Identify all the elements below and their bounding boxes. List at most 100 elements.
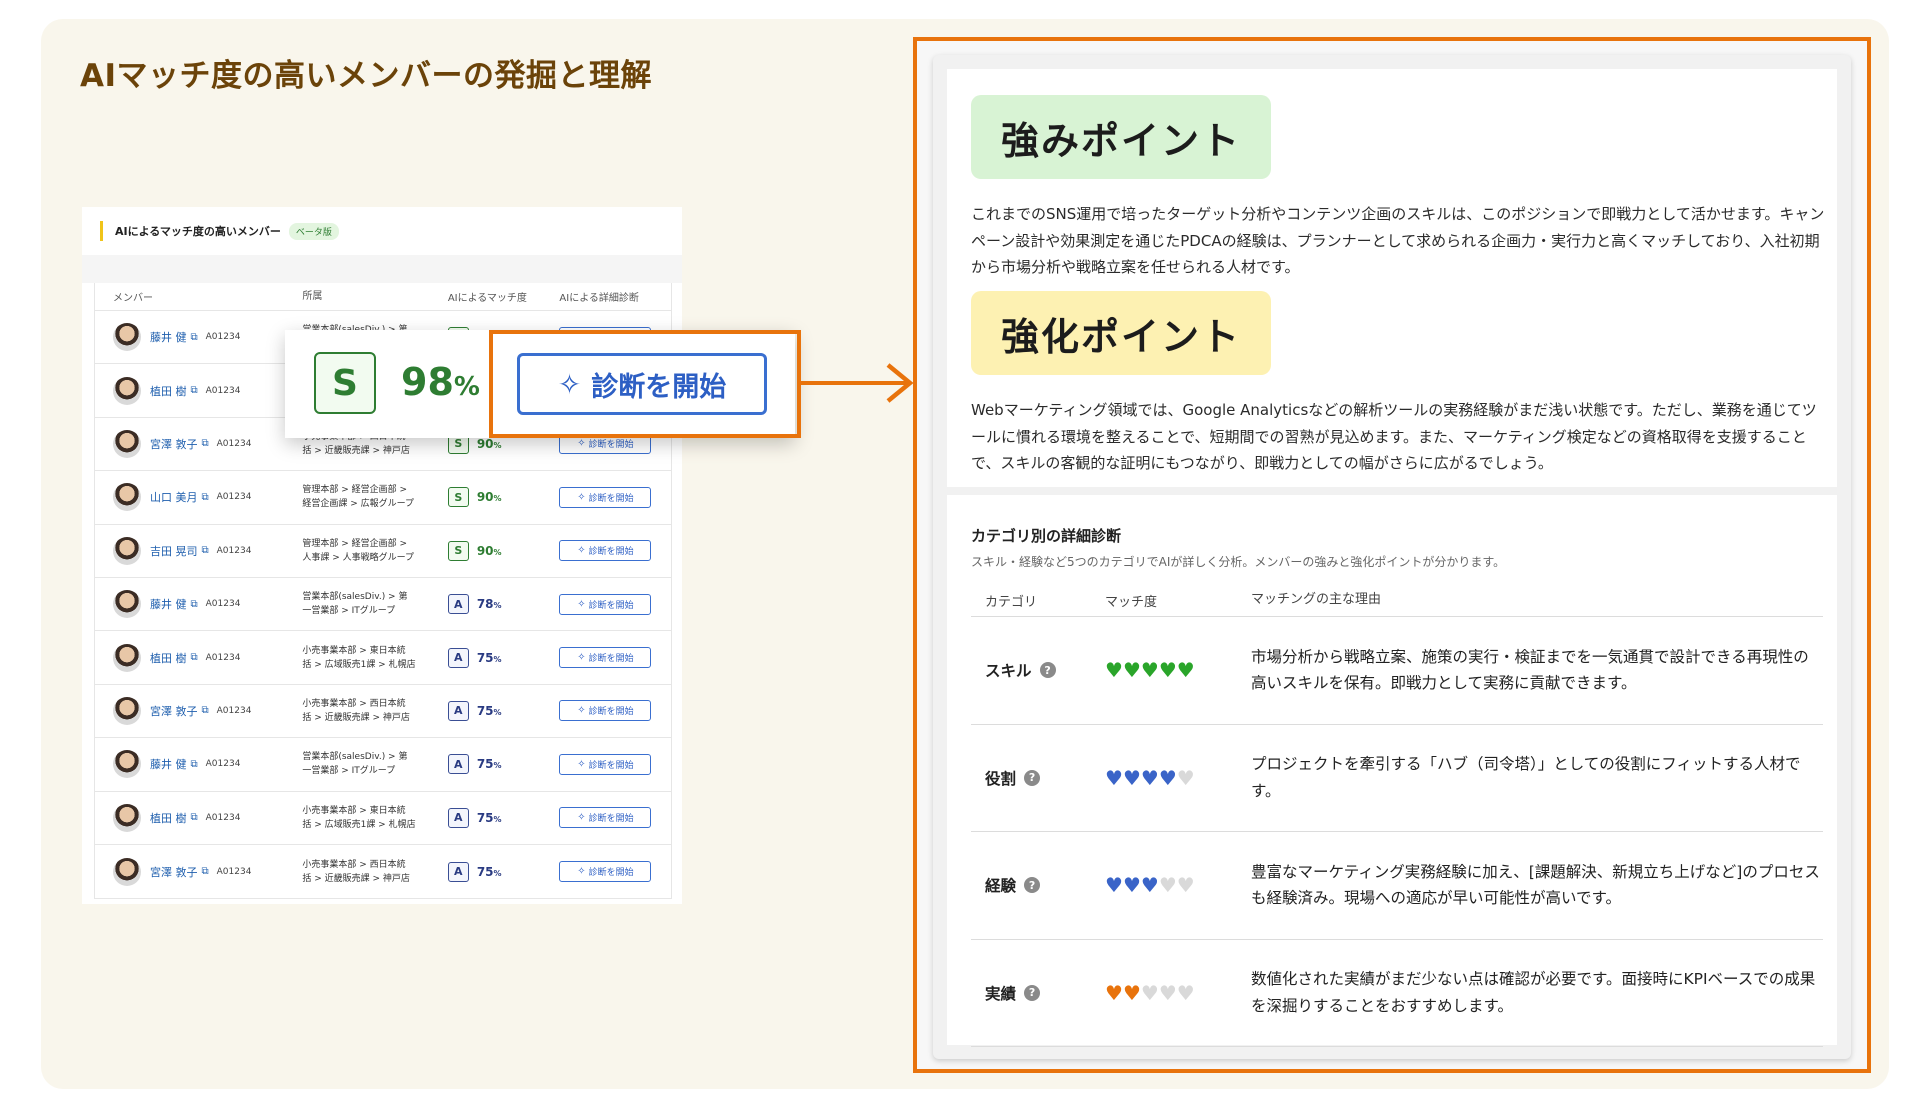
start-diagnosis-button[interactable]: ✧診断を開始 xyxy=(559,807,652,829)
member-cell: 植田 樹 ⧉ A01234 xyxy=(95,376,302,405)
match-cell: A 75% xyxy=(447,861,560,882)
reason-text: 数値化された実績がまだ少ない点は確認が必要です。面接時にKPIベースでの成果を深… xyxy=(1251,970,1816,1015)
avatar xyxy=(113,643,141,672)
member-id: A01234 xyxy=(216,545,252,556)
heart-rating: ♥ ♥ ♥ ♥ ♥ xyxy=(1105,766,1251,790)
member-name-link[interactable]: 宮澤 敦子 xyxy=(150,703,198,719)
table-row: 山口 美月 ⧉ A01234 管理本部 > 経営企画部 > 経営企画課 > 広報グループ… xyxy=(95,471,671,525)
dept-line-2: 一営業部 > ITグループ xyxy=(302,766,396,777)
avatar xyxy=(113,803,141,832)
external-link-icon[interactable]: ⧉ xyxy=(202,705,209,716)
start-diagnosis-button[interactable]: ✧診断を開始 xyxy=(559,647,652,669)
external-link-icon[interactable]: ⧉ xyxy=(191,332,198,343)
category-section: カテゴリ別の詳細診断 スキル・経験など5つのカテゴリでAIが詳しく分析。メンバー… xyxy=(947,495,1837,1047)
match-percent: 90% xyxy=(477,544,502,558)
start-diagnosis-label: 診断を開始 xyxy=(588,440,634,451)
category-name-cell: 役割? xyxy=(971,767,1105,789)
member-name-link[interactable]: 宮澤 敦子 xyxy=(150,864,198,880)
member-name-link[interactable]: 吉田 晃司 xyxy=(150,543,198,559)
category-name: 実績? xyxy=(985,982,1105,1004)
grade-badge: A xyxy=(447,700,469,721)
dept-cell: 営業本部(salesDiv.) > 第一営業部 > ITグループ xyxy=(302,750,447,778)
help-icon[interactable]: ? xyxy=(1024,769,1041,786)
start-diagnosis-button[interactable]: ✧診断を開始 xyxy=(559,861,652,883)
start-diagnosis-label: 診断を開始 xyxy=(588,493,634,504)
member-name-link[interactable]: 藤井 健 xyxy=(150,329,187,345)
dept-line-1: 小売事業本部 > 西日本統 xyxy=(302,698,406,709)
start-diagnosis-button[interactable]: ✧診断を開始 xyxy=(559,700,652,722)
avatar xyxy=(113,323,141,352)
table-row: 宮澤 敦子 ⧉ A01234 小売事業本部 > 西日本統括 > 近畿販売課 > 神戸店… xyxy=(95,845,671,898)
match-percent-unit: % xyxy=(493,868,502,878)
external-link-icon[interactable]: ⧉ xyxy=(202,545,209,556)
member-name-link[interactable]: 宮澤 敦子 xyxy=(150,436,198,452)
sparkle-icon: ✧ xyxy=(577,705,586,717)
start-diagnosis-label: 診断を開始 xyxy=(588,814,634,825)
category-name: 経験? xyxy=(985,874,1105,896)
start-diagnosis-label: 診断を開始 xyxy=(588,547,634,558)
member-id: A01234 xyxy=(216,438,252,449)
help-icon[interactable]: ? xyxy=(1039,662,1056,679)
sparkle-icon: ✧ xyxy=(557,367,582,401)
member-id: A01234 xyxy=(205,332,241,343)
diagnosis-panel: 強みポイント これまでのSNS運用で培ったターゲット分析やコンテンツ企画のスキル… xyxy=(933,55,1851,1059)
start-diagnosis-button[interactable]: ✧診断を開始 xyxy=(559,753,652,775)
category-subtitle: スキル・経験など5つのカテゴリでAIが詳しく分析。メンバーの強みと強化ポイントが… xyxy=(971,555,1506,569)
grade-badge: A xyxy=(447,861,469,882)
heart-icon: ♥ xyxy=(1105,873,1123,898)
start-diagnosis-button[interactable]: ✧診断を開始 xyxy=(559,486,652,508)
card-header: AIによるマッチ度の高いメンバー ベータ版 xyxy=(100,221,339,241)
match-level-cell: ♥ ♥ ♥ ♥ ♥ xyxy=(1105,981,1251,1005)
heart-icon: ♥ xyxy=(1122,765,1141,790)
strength-tag: 強みポイント xyxy=(971,95,1271,179)
match-percent-unit: % xyxy=(493,707,502,717)
member-cell: 植田 樹 ⧉ A01234 xyxy=(95,643,302,672)
category-row: 実績? ♥ ♥ ♥ ♥ ♥ 数値化された実績がまだ少ない点は確認が必要です。面接時にKPIベ… xyxy=(971,940,1823,1047)
member-name-link[interactable]: 藤井 健 xyxy=(150,756,187,772)
external-link-icon[interactable]: ⧉ xyxy=(191,652,198,663)
member-id: A01234 xyxy=(205,599,241,610)
summary-section: 強みポイント これまでのSNS運用で培ったターゲット分析やコンテンツ企画のスキル… xyxy=(947,69,1837,487)
member-cell: 植田 樹 ⧉ A01234 xyxy=(95,803,302,832)
external-link-icon[interactable]: ⧉ xyxy=(191,759,198,770)
help-icon[interactable]: ? xyxy=(1024,984,1041,1001)
sparkle-icon: ✧ xyxy=(577,652,586,664)
grade-badge: A xyxy=(447,647,469,668)
grade-badge: S xyxy=(447,487,469,508)
match-cell: S 90% xyxy=(447,540,560,561)
member-name-link[interactable]: 植田 樹 xyxy=(150,650,187,666)
zoom-start-diagnosis-button[interactable]: ✧ 診断を開始 xyxy=(517,353,767,415)
member-cell: 藤井 健 ⧉ A01234 xyxy=(95,323,302,352)
member-name-link[interactable]: 藤井 健 xyxy=(150,596,187,612)
start-diagnosis-button[interactable]: ✧診断を開始 xyxy=(559,540,652,562)
match-cell: A 75% xyxy=(447,647,560,668)
category-name-cell: スキル? xyxy=(971,659,1105,681)
heart-icon: ♥ xyxy=(1158,765,1177,790)
external-link-icon[interactable]: ⧉ xyxy=(202,438,209,449)
heart-icon: ♥ xyxy=(1105,658,1123,683)
member-id: A01234 xyxy=(205,652,241,663)
external-link-icon[interactable]: ⧉ xyxy=(191,812,198,823)
category-row: 役割? ♥ ♥ ♥ ♥ ♥ プロジェクトを牽引する「ハブ（司令塔）」としての役割にフィットす… xyxy=(971,725,1823,832)
start-diagnosis-button[interactable]: ✧診断を開始 xyxy=(559,593,652,615)
member-id: A01234 xyxy=(216,866,252,877)
external-link-icon[interactable]: ⧉ xyxy=(191,599,198,610)
external-link-icon[interactable]: ⧉ xyxy=(202,866,209,877)
heart-icon: ♥ xyxy=(1140,765,1159,790)
start-diagnosis-label: 診断を開始 xyxy=(588,760,634,771)
table-row: 植田 樹 ⧉ A01234 小売事業本部 > 東日本統括 > 広域販売1課 > 札幌店… xyxy=(95,631,671,685)
help-icon[interactable]: ? xyxy=(1024,877,1041,894)
grade-badge: A xyxy=(447,754,469,775)
dept-line-1: 営業本部(salesDiv.) > 第 xyxy=(302,592,408,603)
member-name-link[interactable]: 植田 樹 xyxy=(150,810,187,826)
member-name-link[interactable]: 山口 美月 xyxy=(150,489,198,505)
external-link-icon[interactable]: ⧉ xyxy=(202,492,209,503)
external-link-icon[interactable]: ⧉ xyxy=(191,385,198,396)
match-percent: 75% xyxy=(477,651,502,665)
match-percent: 75% xyxy=(477,811,502,825)
member-cell: 山口 美月 ⧉ A01234 xyxy=(95,483,302,512)
dept-line-1: 小売事業本部 > 東日本統 xyxy=(302,645,406,656)
member-name-link[interactable]: 植田 樹 xyxy=(150,383,187,399)
col-match: AIによるマッチ度 xyxy=(447,293,527,304)
dept-line-1: 管理本部 > 経営企画部 > xyxy=(302,538,407,549)
